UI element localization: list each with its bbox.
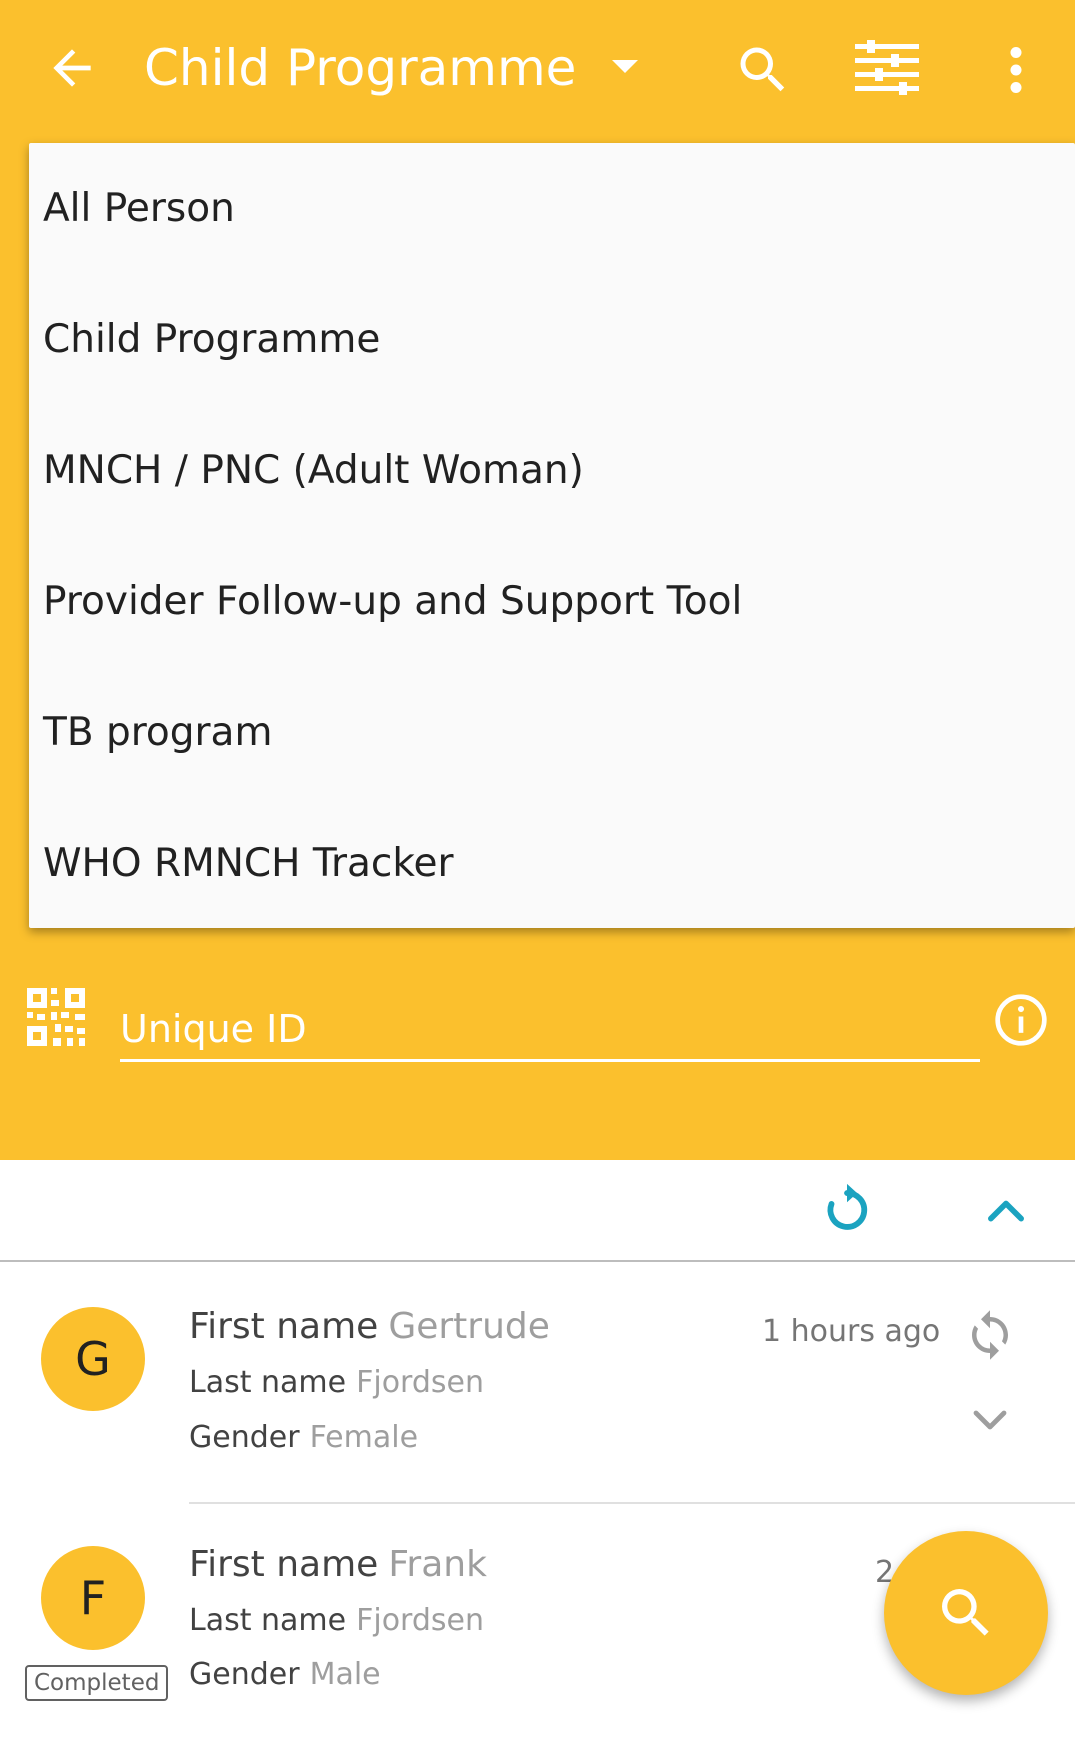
last-name-label: Last name [189,1603,347,1638]
status-badge: Completed [25,1665,169,1701]
sync-icon[interactable] [963,1308,1017,1362]
first-name-row: First name Gertrude [189,1305,550,1348]
last-name-row: Last name Fjordsen [189,1603,484,1639]
first-name-label: First name [189,1544,379,1585]
menu-item-all-person[interactable]: All Person [43,143,1043,274]
gender-label: Gender [189,1420,300,1455]
search-fab-button[interactable] [884,1531,1048,1695]
avatar: G [41,1307,145,1411]
list-item[interactable]: G First name Gertrude Last name Fjordsen G… [0,1262,1075,1502]
search-icon [942,1589,989,1636]
gender-value: Female [309,1420,419,1455]
gender-value: Male [309,1657,381,1692]
gender-row: Gender Female [189,1420,418,1456]
menu-item-child-programme[interactable]: Child Programme [43,274,1043,405]
chevron-up-icon[interactable] [980,1184,1032,1236]
refresh-icon[interactable] [818,1181,876,1239]
toolbar: Child Programme [0,0,1075,140]
first-name-label: First name [189,1306,379,1347]
dropdown-caret-icon[interactable] [612,60,638,73]
unique-id-field[interactable]: Unique ID [120,1006,307,1052]
program-title[interactable]: Child Programme [144,34,576,102]
last-name-value: Fjordsen [356,1365,485,1400]
back-arrow-icon[interactable] [44,40,100,96]
gender-label: Gender [189,1657,300,1692]
first-name-value: Frank [388,1544,487,1585]
avatar: F [41,1546,145,1650]
last-name-value: Fjordsen [356,1603,485,1638]
list-toolbar [0,1160,1075,1262]
program-dropdown-menu: All Person Child Programme MNCH / PNC (A… [29,143,1075,928]
last-updated-time: 1 hours ago [762,1314,941,1349]
menu-item-mnch-pnc[interactable]: MNCH / PNC (Adult Woman) [43,405,1043,536]
more-vert-icon[interactable] [986,40,1046,100]
chevron-down-icon[interactable] [966,1397,1014,1445]
filter-sliders-icon[interactable] [855,40,919,100]
first-name-row: First name Frank [189,1543,487,1586]
search-icon[interactable] [733,40,793,100]
qr-code-icon[interactable] [27,988,85,1046]
first-name-value: Gertrude [388,1306,550,1347]
info-icon[interactable] [993,992,1049,1048]
menu-item-provider-follow-up[interactable]: Provider Follow-up and Support Tool [43,536,1043,667]
gender-row: Gender Male [189,1657,381,1693]
last-name-label: Last name [189,1365,347,1400]
last-name-row: Last name Fjordsen [189,1365,484,1401]
unique-id-underline [120,1059,980,1062]
menu-item-who-rmnch[interactable]: WHO RMNCH Tracker [43,798,1043,929]
menu-item-tb-program[interactable]: TB program [43,667,1043,798]
